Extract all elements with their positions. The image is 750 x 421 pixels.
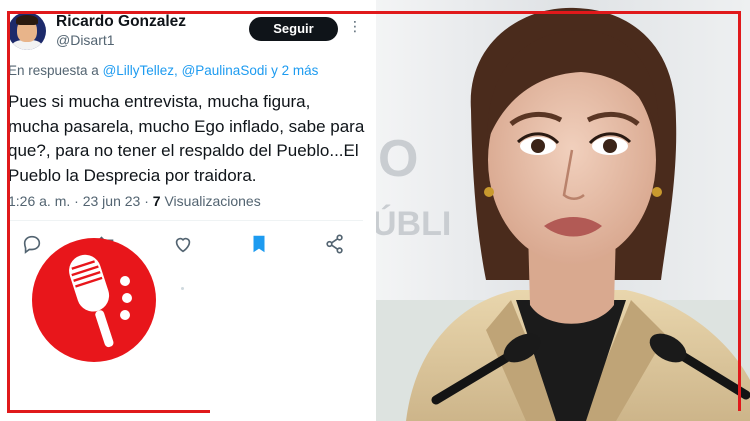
- tweet-time[interactable]: 1:26 a. m.: [8, 193, 70, 209]
- reply-icon[interactable]: [21, 233, 43, 255]
- avatar[interactable]: [8, 12, 46, 50]
- decorative-dot: [181, 287, 184, 290]
- views-count: 7: [152, 193, 161, 209]
- woman-speaking-photo: O ÚBLI: [376, 0, 750, 421]
- like-icon[interactable]: [172, 233, 194, 255]
- reply-context: En respuesta a @LillyTellez, @PaulinaSod…: [8, 63, 318, 78]
- divider: [8, 220, 363, 221]
- frame-border: [738, 11, 741, 411]
- author-name[interactable]: Ricardo Gonzalez: [56, 13, 186, 31]
- tweet-meta: 1:26 a. m. · 23 jun 23 · 7 Visualizacion…: [8, 193, 261, 209]
- meta-separator: ·: [74, 193, 79, 209]
- tweet-date[interactable]: 23 jun 23: [83, 193, 141, 209]
- more-mentions-link[interactable]: y 2 más: [271, 63, 318, 78]
- screenshot-composite: Ricardo Gonzalez @Disart1 Seguir ⋮ En re…: [0, 0, 750, 421]
- mention-link[interactable]: @PaulinaSodi: [182, 63, 268, 78]
- frame-border: [7, 11, 10, 413]
- reply-prefix: En respuesta a: [8, 63, 99, 78]
- tweet-card: Ricardo Gonzalez @Disart1 Seguir ⋮ En re…: [0, 0, 375, 421]
- bookmark-icon[interactable]: [248, 233, 270, 255]
- frame-border: [7, 410, 210, 413]
- tweet-text: Pues si mucha entrevista, mucha figura, …: [8, 92, 365, 185]
- frame-border: [7, 11, 741, 14]
- backdrop-text: O: [378, 130, 418, 188]
- author-handle[interactable]: @Disart1: [56, 32, 115, 48]
- views-label: Visualizaciones: [164, 193, 261, 209]
- backdrop-text: ÚBLI: [376, 205, 451, 243]
- mention-link[interactable]: @LillyTellez,: [103, 63, 178, 78]
- share-icon[interactable]: [324, 233, 346, 255]
- more-options-icon[interactable]: ⋮: [348, 19, 362, 33]
- podcast-microphone-logo: [32, 238, 156, 362]
- follow-button[interactable]: Seguir: [249, 17, 338, 41]
- meta-separator: ·: [144, 193, 149, 209]
